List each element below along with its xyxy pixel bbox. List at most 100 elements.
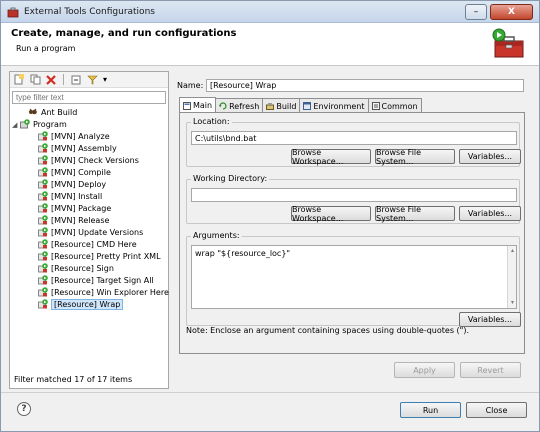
program-config-icon [38,275,48,285]
close-window-button[interactable]: X [490,4,533,20]
arguments-textarea[interactable]: wrap "${resource_loc}" ▴ ▾ [191,245,517,309]
tree-item-config-label: [MVN] Compile [51,168,111,177]
tree-item-config[interactable]: [Resource] Wrap [10,299,168,311]
tree-item-config[interactable]: [Resource] Target Sign All [10,275,168,287]
tree-item-config[interactable]: [MVN] Install [10,191,168,203]
tree-item-config[interactable]: [Resource] Win Explorer Here [10,287,169,299]
program-config-icon [38,131,48,141]
configuration-editor: Name: [Resource] Wrap Main Refresh Build… [177,74,529,357]
header-subtitle: Run a program [16,44,76,53]
tree-item-config[interactable]: [MVN] Update Versions [10,227,168,239]
toolbar-separator [63,74,64,85]
toolbox-app-icon [7,7,19,17]
tab-common[interactable]: Common [367,98,422,113]
tab-common-label: Common [381,101,418,111]
apply-button[interactable]: Apply [394,362,455,378]
program-config-icon [38,179,48,189]
wd-browse-workspace-button[interactable]: Browse Workspace... [291,205,371,223]
filter-icon[interactable] [85,73,99,86]
external-tools-window: External Tools Configurations – X Create… [0,0,540,432]
program-config-icon [38,167,48,177]
program-config-icon [38,155,48,165]
help-icon[interactable]: ? [17,402,31,416]
tree-item-program[interactable]: ◢ Program [10,119,168,131]
chevron-down-icon[interactable]: ▾ [101,73,109,86]
arguments-variables-button[interactable]: Variables... [459,312,521,327]
close-button[interactable]: Close [466,402,527,418]
arguments-label: Arguments: [191,231,242,240]
tree-item-config-label: [MVN] Package [51,204,112,213]
arguments-group: Arguments: wrap "${resource_loc}" ▴ ▾ Va… [186,231,521,327]
collapse-all-icon[interactable] [69,73,83,86]
main-tab-content: Location: C:\utils\bnd.bat Browse Worksp… [179,112,525,354]
refresh-icon [219,102,227,110]
common-icon [371,102,380,110]
filter-status: Filter matched 17 of 17 items [14,375,133,384]
tree-item-config-label: [Resource] Pretty Print XML [51,252,161,261]
configurations-toolbar: ▾ [10,72,168,88]
working-directory-field[interactable] [191,188,517,202]
tree-item-config-label: [MVN] Deploy [51,180,107,189]
footer-separator [1,392,539,393]
arguments-value: wrap "${resource_loc}" [195,249,291,258]
tab-main[interactable]: Main [179,97,217,113]
tab-build[interactable]: Build [262,98,301,113]
program-config-icon [38,203,48,213]
window-title: External Tools Configurations [24,6,155,17]
location-browse-workspace-button[interactable]: Browse Workspace... [291,148,371,166]
location-field[interactable]: C:\utils\bnd.bat [191,131,517,145]
location-variables-button[interactable]: Variables... [459,149,521,164]
tree-item-ant-build[interactable]: Ant Build [10,107,168,119]
scroll-up-icon[interactable]: ▴ [509,247,516,255]
tree-item-config[interactable]: [MVN] Check Versions [10,155,168,167]
wd-variables-button[interactable]: Variables... [459,206,521,221]
tree-item-config[interactable]: [Resource] Sign [10,263,168,275]
program-config-icon [38,263,48,273]
tree-expander-icon[interactable]: ◢ [12,119,17,131]
arguments-scrollbar[interactable]: ▴ ▾ [507,246,516,308]
configurations-panel: ▾ Ant Build ◢ Program [MVN] Analyze [MVN] As… [9,71,169,389]
tree-item-config[interactable]: [Resource] CMD Here [10,239,168,251]
tree-item-config-label: [MVN] Check Versions [51,156,139,165]
tree-item-program-label: Program [33,120,67,129]
toolbox-run-icon [492,28,524,58]
filter-input[interactable] [12,91,166,104]
tree-item-config-label: [MVN] Install [51,192,103,201]
tree-item-config[interactable]: [MVN] Analyze [10,131,168,143]
delete-icon[interactable] [44,73,58,86]
name-row: Name: [Resource] Wrap [177,79,524,92]
program-config-icon [38,227,48,237]
tree-item-config-label: [Resource] Win Explorer Here [51,288,169,297]
tree-item-ant-build-label: Ant Build [41,108,78,117]
new-config-icon[interactable] [12,73,26,86]
tab-refresh[interactable]: Refresh [215,98,264,113]
dialog-header: Create, manage, and run configurations R… [1,23,539,66]
tree-item-config[interactable]: [MVN] Deploy [10,179,168,191]
tree-item-config[interactable]: [MVN] Package [10,203,168,215]
tree-item-config-label: [Resource] Target Sign All [51,276,154,285]
revert-button[interactable]: Revert [460,362,521,378]
tree-item-config[interactable]: [MVN] Compile [10,167,168,179]
tree-item-config-label: [MVN] Release [51,216,110,225]
wd-browse-file-system-button[interactable]: Browse File System... [375,205,455,223]
tree-item-config[interactable]: [MVN] Assembly [10,143,168,155]
location-browse-file-system-button[interactable]: Browse File System... [375,148,455,166]
tree-item-config-label: [MVN] Assembly [51,144,117,153]
name-field[interactable]: [Resource] Wrap [206,79,524,92]
title-bar[interactable]: External Tools Configurations – X [1,1,539,23]
tree-item-config[interactable]: [MVN] Release [10,215,168,227]
program-config-icon [38,215,48,225]
program-config-icon [38,191,48,201]
duplicate-icon[interactable] [28,73,42,86]
program-config-icon [38,251,48,261]
scroll-down-icon[interactable]: ▾ [509,299,516,307]
program-folder-icon [20,119,30,129]
location-group: Location: C:\utils\bnd.bat Browse Worksp… [186,117,521,167]
run-button[interactable]: Run [400,402,461,418]
tab-environment-label: Environment [313,101,365,111]
tab-strip: Main Refresh Build Environment Common [179,97,422,113]
tab-build-label: Build [276,101,297,111]
minimize-button[interactable]: – [465,4,487,20]
tab-environment[interactable]: Environment [299,98,369,113]
tree-item-config[interactable]: [Resource] Pretty Print XML [10,251,168,263]
